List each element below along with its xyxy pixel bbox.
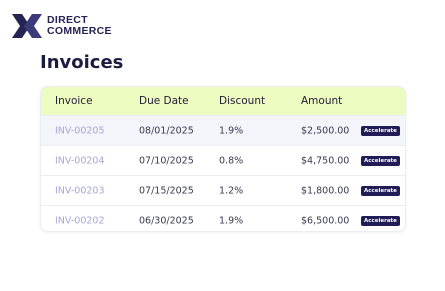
amount-cell: $6,500.00 xyxy=(301,215,350,226)
due-date-cell: 06/30/2025 xyxy=(139,215,194,226)
amount-cell: $4,750.00 xyxy=(301,155,350,166)
accelerate-button[interactable]: Accelerate xyxy=(361,215,400,226)
direct-commerce-logo-icon xyxy=(12,14,42,38)
due-date-cell: 07/10/2025 xyxy=(139,155,194,166)
column-header-invoice: Invoice xyxy=(55,95,93,107)
column-header-discount: Discount xyxy=(219,95,266,107)
invoice-link[interactable]: INV-00203 xyxy=(55,185,105,196)
discount-cell: 1.9% xyxy=(219,215,244,226)
brand-logo[interactable]: DIRECT COMMERCE xyxy=(12,14,112,38)
accelerate-button[interactable]: Accelerate xyxy=(361,185,400,196)
table-row: INV-00203 07/15/2025 1.2% $1,800.00 Acce… xyxy=(41,175,405,205)
due-date-cell: 07/15/2025 xyxy=(139,185,194,196)
discount-cell: 1.2% xyxy=(219,185,244,196)
brand-name: DIRECT COMMERCE xyxy=(47,15,112,37)
table-header: Invoice Due Date Discount Amount xyxy=(41,87,405,115)
discount-cell: 0.8% xyxy=(219,155,244,166)
accelerate-button[interactable]: Accelerate xyxy=(361,125,400,136)
table-row: INV-00205 08/01/2025 1.9% $2,500.00 Acce… xyxy=(41,115,405,145)
page-title: Invoices xyxy=(40,52,124,73)
table-row: INV-00202 06/30/2025 1.9% $6,500.00 Acce… xyxy=(41,205,405,231)
due-date-cell: 08/01/2025 xyxy=(139,125,194,136)
discount-cell: 1.9% xyxy=(219,125,244,136)
invoice-link[interactable]: INV-00204 xyxy=(55,155,105,166)
amount-cell: $2,500.00 xyxy=(301,125,350,136)
invoice-link[interactable]: INV-00202 xyxy=(55,215,105,226)
column-header-due-date: Due Date xyxy=(139,95,189,107)
accelerate-button[interactable]: Accelerate xyxy=(361,155,400,166)
brand-line2: COMMERCE xyxy=(47,25,112,37)
amount-cell: $1,800.00 xyxy=(301,185,350,196)
table-row: INV-00204 07/10/2025 0.8% $4,750.00 Acce… xyxy=(41,145,405,175)
invoices-table: Invoice Due Date Discount Amount INV-002… xyxy=(40,86,406,232)
invoice-link[interactable]: INV-00205 xyxy=(55,125,105,136)
column-header-amount: Amount xyxy=(301,95,343,107)
